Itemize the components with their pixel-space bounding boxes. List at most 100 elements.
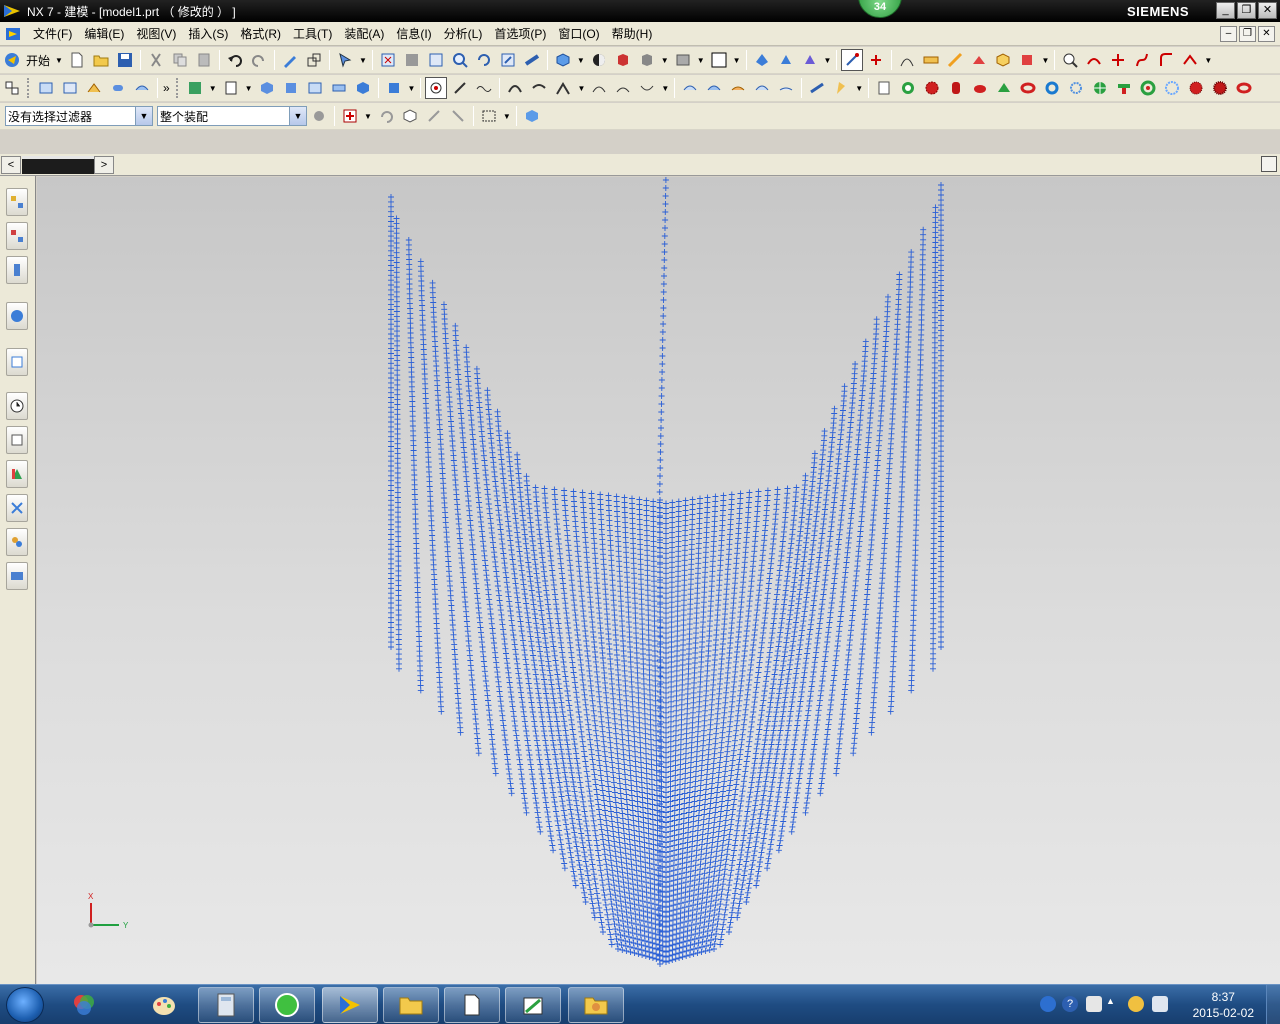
tray-volume-icon[interactable] xyxy=(1152,996,1168,1012)
cylinder-icon[interactable] xyxy=(280,77,302,99)
tab-scroll-right-button[interactable]: > xyxy=(94,156,114,174)
book-icon[interactable] xyxy=(304,77,326,99)
maximize-view-icon[interactable] xyxy=(1261,156,1277,172)
menu-format[interactable]: 格式(R) xyxy=(234,25,287,42)
copy-icon[interactable] xyxy=(169,49,191,71)
box-icon[interactable] xyxy=(992,49,1014,71)
red-blob-icon[interactable] xyxy=(969,77,991,99)
red-oring-icon[interactable] xyxy=(1233,77,1255,99)
doc-close-button[interactable]: ✕ xyxy=(1258,26,1275,42)
assembly-scope-select[interactable]: 整个装配 ▼ xyxy=(157,106,307,126)
blue-gear-icon[interactable] xyxy=(1065,77,1087,99)
manufacturing-wizards-icon[interactable] xyxy=(6,494,28,522)
chevron-down-icon[interactable]: ▼ xyxy=(289,107,306,125)
extrude-icon[interactable] xyxy=(35,77,57,99)
bridge-icon[interactable] xyxy=(504,77,526,99)
blend-icon[interactable] xyxy=(107,77,129,99)
taskbar-clock[interactable]: 8:37 2015-02-02 xyxy=(1193,989,1254,1021)
fit-view-icon[interactable] xyxy=(377,49,399,71)
layer-icon[interactable] xyxy=(672,49,694,71)
component-select-icon[interactable] xyxy=(521,105,543,127)
white-square-icon[interactable] xyxy=(708,49,730,71)
menu-view[interactable]: 视图(V) xyxy=(130,25,182,42)
n-sided-icon[interactable] xyxy=(751,77,773,99)
filter-settings-icon[interactable] xyxy=(308,105,330,127)
select-feature-icon[interactable] xyxy=(423,105,445,127)
point-icon[interactable] xyxy=(425,77,448,99)
project-curve-icon[interactable] xyxy=(612,77,634,99)
tray-flag-icon[interactable] xyxy=(1086,996,1102,1012)
dropdown-arrow-icon[interactable]: ▼ xyxy=(364,112,372,121)
tab-model1[interactable] xyxy=(22,156,94,174)
menu-analysis[interactable]: 分析(L) xyxy=(438,25,489,42)
extract-curve-icon[interactable] xyxy=(636,77,658,99)
menu-information[interactable]: 信息(I) xyxy=(390,25,437,42)
cut-icon[interactable] xyxy=(145,49,167,71)
snap-point-menu-icon[interactable] xyxy=(339,105,361,127)
start-button[interactable]: 开始 xyxy=(26,52,50,69)
line-icon[interactable] xyxy=(449,77,471,99)
open-folder-icon[interactable] xyxy=(90,49,112,71)
search-icon[interactable] xyxy=(1059,49,1081,71)
dropdown-arrow-icon[interactable]: ▼ xyxy=(733,56,741,65)
tab-scroll-left-button[interactable]: < xyxy=(1,156,21,174)
red-gear-icon[interactable] xyxy=(921,77,943,99)
nx-menu-icon[interactable] xyxy=(5,26,23,42)
dropdown-arrow-icon[interactable]: ▼ xyxy=(661,56,669,65)
shell-icon[interactable] xyxy=(352,77,374,99)
taskbar-app-explorer-icon[interactable] xyxy=(383,987,439,1023)
analysis-icon[interactable] xyxy=(968,49,990,71)
trim-body-icon[interactable] xyxy=(328,77,350,99)
history-icon[interactable] xyxy=(6,392,28,420)
new-file-icon[interactable] xyxy=(66,49,88,71)
snap-point-icon[interactable] xyxy=(841,49,864,71)
taskbar-app-browser-icon[interactable] xyxy=(259,987,315,1023)
thicken-icon[interactable] xyxy=(830,77,852,99)
dropdown-arrow-icon[interactable]: ▼ xyxy=(661,84,669,93)
pattern-icon[interactable] xyxy=(383,77,405,99)
dropdown-arrow-icon[interactable]: ▼ xyxy=(577,84,585,93)
perspective-icon[interactable] xyxy=(521,49,543,71)
green-wheel-icon[interactable] xyxy=(1137,77,1159,99)
part-navigator-icon[interactable] xyxy=(1,77,23,99)
rotate-icon[interactable] xyxy=(473,49,495,71)
select-body-icon[interactable] xyxy=(399,105,421,127)
menu-assembly[interactable]: 装配(A) xyxy=(338,25,390,42)
zoom-window-icon[interactable] xyxy=(401,49,423,71)
dropdown-arrow-icon[interactable]: ▼ xyxy=(408,84,416,93)
sew-icon[interactable] xyxy=(806,77,828,99)
assembly-navigator-icon[interactable] xyxy=(6,188,28,216)
offset-curve-icon[interactable] xyxy=(588,77,610,99)
mesh-surface-icon[interactable] xyxy=(703,77,725,99)
tray-qq-icon[interactable] xyxy=(1128,996,1144,1012)
feature-group-icon[interactable] xyxy=(184,77,206,99)
dropdown-arrow-icon[interactable]: ▼ xyxy=(55,56,63,65)
chevron-down-icon[interactable]: ▼ xyxy=(135,107,152,125)
mate-icon[interactable] xyxy=(799,49,821,71)
system-scene-icon[interactable] xyxy=(6,562,28,590)
blue-ring-icon[interactable] xyxy=(1041,77,1063,99)
assembly-icon[interactable] xyxy=(751,49,773,71)
sheet-icon[interactable] xyxy=(220,77,242,99)
red-sprocket-icon[interactable] xyxy=(1209,77,1231,99)
more-tools-button[interactable]: » xyxy=(163,81,170,95)
selection-filter-select[interactable]: 没有选择过滤器 ▼ xyxy=(5,106,153,126)
green-valve-icon[interactable] xyxy=(1089,77,1111,99)
red-cylinder-icon[interactable] xyxy=(945,77,967,99)
tray-network-icon[interactable] xyxy=(1040,996,1056,1012)
toolbar-grip[interactable] xyxy=(27,78,31,98)
sweep-icon[interactable] xyxy=(83,77,105,99)
dropdown-arrow-icon[interactable]: ▼ xyxy=(824,56,832,65)
red-star-gear-icon[interactable] xyxy=(1185,77,1207,99)
redo-icon[interactable] xyxy=(248,49,270,71)
render-style-icon[interactable] xyxy=(552,49,574,71)
swept-surface-icon[interactable] xyxy=(775,77,797,99)
taskbar-app-document-icon[interactable] xyxy=(444,987,500,1023)
menu-preferences[interactable]: 首选项(P) xyxy=(488,25,552,42)
dropdown-arrow-icon[interactable]: ▼ xyxy=(697,56,705,65)
rectangle-select-icon[interactable] xyxy=(478,105,500,127)
taskbar-app-picasa-icon[interactable] xyxy=(56,987,112,1023)
constraint-navigator-icon[interactable] xyxy=(6,222,28,250)
paste-icon[interactable] xyxy=(193,49,215,71)
show-desktop-button[interactable] xyxy=(1266,985,1280,1024)
